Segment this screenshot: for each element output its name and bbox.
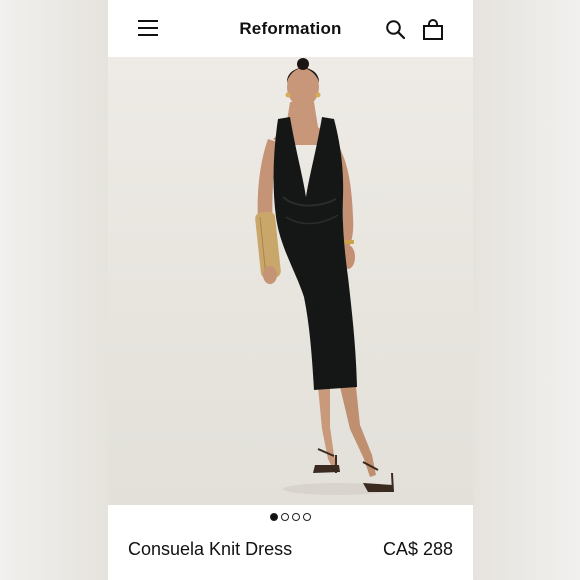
search-icon[interactable] (385, 19, 407, 41)
shopping-bag-icon[interactable] (422, 19, 444, 41)
brand-logo[interactable]: Reformation (108, 19, 473, 39)
backdrop-right (473, 0, 580, 580)
carousel-dot[interactable] (270, 513, 278, 521)
product-image[interactable] (108, 57, 473, 505)
product-name: Consuela Knit Dress (128, 539, 293, 559)
carousel-dot[interactable] (281, 513, 289, 521)
product-page: Reformation Consuela Knit Dress CA$ 288 (108, 0, 473, 580)
backdrop-left (0, 0, 108, 580)
model-photo (255, 58, 394, 495)
image-carousel-indicator (108, 513, 473, 521)
top-nav: Reformation (108, 0, 473, 57)
carousel-dot[interactable] (303, 513, 311, 521)
product-price: CA$ 288 (382, 539, 453, 559)
carousel-dot[interactable] (292, 513, 300, 521)
